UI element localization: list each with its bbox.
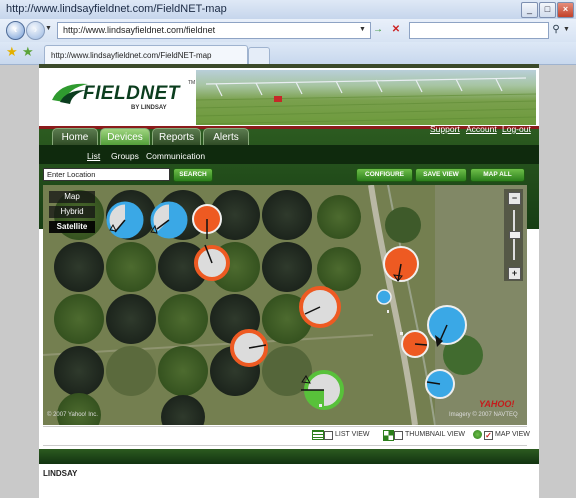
zoom-in-button[interactable]: + — [508, 267, 521, 280]
browser-search-input[interactable] — [409, 22, 549, 39]
browser-nav-bar: ‹ › ▼ http://www.lindsayfieldnet.com/fie… — [0, 19, 576, 42]
list-view-label[interactable]: LIST VIEW — [335, 431, 370, 438]
list-view-checkbox[interactable] — [324, 431, 333, 440]
yahoo-watermark: YAHOO! — [479, 399, 515, 409]
maximize-button[interactable]: □ — [539, 2, 556, 18]
brand-sub: BY LINDSAY — [131, 105, 167, 111]
browser-tab-bar: ★ ★ http://www.lindsayfieldnet.com/Field… — [0, 42, 576, 65]
browser-tab-title: http://www.lindsayfieldnet.com/FieldNET-… — [51, 51, 212, 60]
tab-reports[interactable]: Reports — [152, 128, 201, 146]
tab-home-label: Home — [61, 132, 89, 143]
support-link[interactable]: Support — [430, 124, 460, 134]
logo[interactable]: FIELDNET TM BY LINDSAY — [39, 68, 196, 126]
satellite-imagery — [43, 185, 527, 425]
location-input[interactable]: Enter Location — [43, 168, 170, 181]
add-favorite-icon[interactable]: ★ — [22, 44, 34, 60]
thumbnail-view-label[interactable]: THUMBNAIL VIEW — [405, 431, 465, 438]
tab-reports-label: Reports — [158, 132, 194, 143]
account-link[interactable]: Account — [466, 124, 497, 134]
subnav-communication[interactable]: Communication — [146, 151, 205, 161]
brand-tm: TM — [188, 80, 196, 86]
tab-devices-label: Devices — [107, 132, 143, 143]
close-window-button[interactable]: × — [557, 2, 574, 18]
browser-title-bar: http://www.lindsayfieldnet.com/FieldNET-… — [0, 0, 576, 20]
brand-name: FIELDNET — [83, 83, 180, 104]
subnav-groups[interactable]: Groups — [111, 151, 139, 161]
map-view[interactable]: Map Hybrid Satellite − + YAHOO! © 2007 Y… — [43, 185, 527, 425]
copyright-left: © 2007 Yahoo! Inc. — [47, 412, 98, 418]
forward-button[interactable]: › — [26, 21, 45, 40]
favorites-star-icon[interactable]: ★ — [6, 44, 18, 60]
subnav-list[interactable]: List — [87, 151, 100, 161]
map-type-hybrid[interactable]: Hybrid — [49, 206, 95, 218]
save-view-button[interactable]: SAVE VIEW — [415, 168, 467, 182]
minimize-button[interactable]: _ — [521, 2, 538, 18]
stop-icon[interactable]: ✕ — [389, 22, 403, 37]
footer-logo[interactable]: LINDSAY — [43, 469, 77, 478]
browser-tab[interactable]: http://www.lindsayfieldnet.com/FieldNET-… — [44, 45, 248, 65]
map-view-label[interactable]: MAP VIEW — [495, 431, 530, 438]
map-all-button[interactable]: MAP ALL — [470, 168, 525, 182]
thumbnail-view-icon[interactable] — [383, 430, 394, 441]
address-text: http://www.lindsayfieldnet.com/fieldnet — [63, 25, 216, 35]
search-button[interactable]: SEARCH — [173, 168, 213, 182]
zoom-slider-handle[interactable] — [509, 231, 521, 239]
tab-alerts[interactable]: Alerts — [203, 128, 249, 146]
go-icon[interactable]: → — [371, 22, 385, 37]
footer-strip — [39, 449, 539, 464]
map-view-icon[interactable] — [473, 430, 482, 439]
window-title: http://www.lindsayfieldnet.com/FieldNET-… — [6, 3, 227, 15]
back-button[interactable]: ‹ — [6, 21, 25, 40]
address-dropdown-icon[interactable]: ▼ — [359, 26, 366, 33]
search-icon[interactable]: ⚲ — [549, 22, 563, 37]
configure-button[interactable]: CONFIGURE — [356, 168, 413, 182]
map-view-checkbox[interactable]: ✓ — [484, 431, 493, 440]
thumbnail-view-checkbox[interactable] — [394, 431, 403, 440]
list-view-icon[interactable] — [312, 430, 324, 440]
page: FIELDNET TM BY LINDSAY Home Devices Repo… — [39, 64, 539, 498]
address-bar[interactable]: http://www.lindsayfieldnet.com/fieldnet — [57, 22, 371, 39]
copyright-right: Imagery © 2007 NAVTEQ — [449, 412, 518, 418]
history-dropdown-icon[interactable]: ▼ — [45, 25, 52, 32]
logout-link[interactable]: Log-out — [502, 124, 531, 134]
tab-alerts-label: Alerts — [213, 132, 239, 143]
map-type-satellite[interactable]: Satellite — [49, 221, 95, 233]
header-banner-image — [196, 70, 536, 125]
zoom-out-button[interactable]: − — [508, 192, 521, 205]
new-tab-button[interactable] — [248, 47, 270, 64]
tab-home[interactable]: Home — [52, 128, 98, 146]
search-options-icon[interactable]: ▼ — [563, 26, 570, 33]
location-input-value: Enter Location — [47, 170, 96, 179]
tab-devices[interactable]: Devices — [100, 128, 150, 146]
map-type-map[interactable]: Map — [49, 191, 95, 203]
